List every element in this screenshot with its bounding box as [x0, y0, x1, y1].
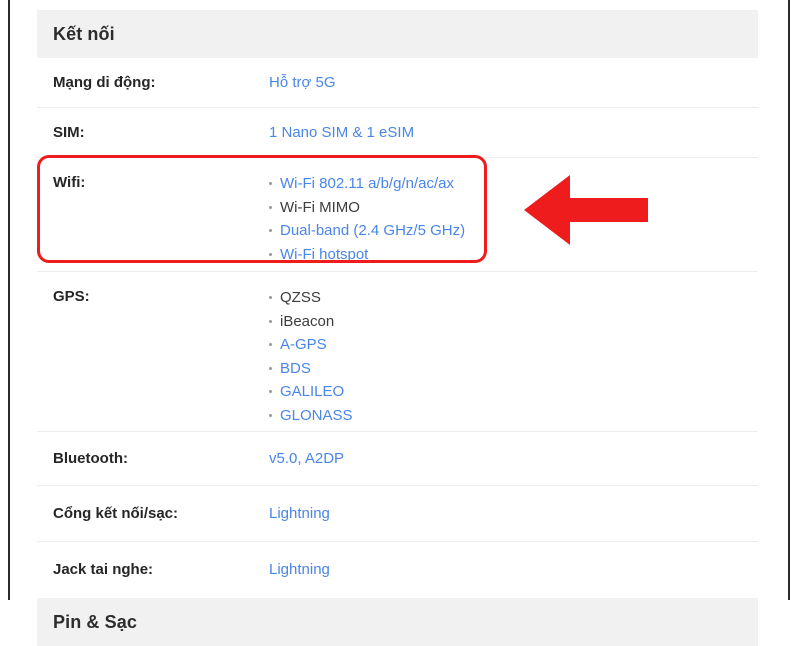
gps-item-bds[interactable]: BDS: [269, 357, 758, 381]
specification-panel: Kết nối Mạng di động: Hỗ trợ 5G SIM: 1 N…: [37, 0, 758, 646]
row-label-charging-port: Cổng kết nối/sạc:: [53, 505, 179, 522]
gps-item-glonass[interactable]: GLONASS: [269, 404, 758, 428]
link-bluetooth[interactable]: v5.0, A2DP: [269, 450, 344, 467]
connectivity-spec-table: Mạng di động: Hỗ trợ 5G SIM: 1 Nano SIM …: [37, 58, 758, 598]
wifi-item-dual-band[interactable]: Dual-band (2.4 GHz/5 GHz): [269, 219, 758, 243]
section-header-connectivity: Kết nối: [37, 10, 758, 58]
wifi-item-mimo: Wi-Fi MIMO: [269, 196, 758, 220]
link-charging-port[interactable]: Lightning: [269, 505, 330, 522]
wifi-item-hotspot[interactable]: Wi-Fi hotspot: [269, 243, 758, 267]
table-row-gps: GPS: QZSS iBeacon A-GPS BDS GALILEO GLON…: [37, 272, 758, 432]
row-value-sim: 1 Nano SIM & 1 eSIM: [269, 122, 758, 144]
link-sim[interactable]: 1 Nano SIM & 1 eSIM: [269, 124, 414, 141]
table-row-mobile-network: Mạng di động: Hỗ trợ 5G: [37, 58, 758, 108]
row-value-wifi: Wi-Fi 802.11 a/b/g/n/ac/ax Wi-Fi MIMO Du…: [269, 172, 758, 266]
row-label-headphone-jack: Jack tai nghe:: [53, 561, 154, 578]
row-label-sim: SIM:: [53, 124, 85, 141]
gps-item-ibeacon: iBeacon: [269, 310, 758, 334]
wifi-feature-list: Wi-Fi 802.11 a/b/g/n/ac/ax Wi-Fi MIMO Du…: [269, 172, 758, 266]
gps-feature-list: QZSS iBeacon A-GPS BDS GALILEO GLONASS: [269, 286, 758, 427]
gps-item-a-gps[interactable]: A-GPS: [269, 333, 758, 357]
section-header-battery: Pin & Sạc: [37, 598, 758, 646]
row-label-bluetooth: Bluetooth:: [53, 450, 128, 467]
gps-item-qzss: QZSS: [269, 286, 758, 310]
table-row-headphone-jack: Jack tai nghe: Lightning: [37, 542, 758, 598]
table-row-wifi: Wifi: Wi-Fi 802.11 a/b/g/n/ac/ax Wi-Fi M…: [37, 158, 758, 272]
wifi-item-standards[interactable]: Wi-Fi 802.11 a/b/g/n/ac/ax: [269, 172, 758, 196]
section-title-connectivity: Kết nối: [53, 23, 115, 44]
table-row-bluetooth: Bluetooth: v5.0, A2DP: [37, 432, 758, 486]
row-value-bluetooth: v5.0, A2DP: [269, 448, 758, 470]
row-value-headphone-jack: Lightning: [269, 559, 758, 581]
table-row-sim: SIM: 1 Nano SIM & 1 eSIM: [37, 108, 758, 158]
row-value-gps: QZSS iBeacon A-GPS BDS GALILEO GLONASS: [269, 286, 758, 427]
row-value-charging-port: Lightning: [269, 503, 758, 525]
row-label-wifi: Wifi:: [53, 174, 86, 191]
section-title-battery: Pin & Sạc: [53, 611, 137, 632]
gps-item-galileo[interactable]: GALILEO: [269, 380, 758, 404]
link-headphone-jack[interactable]: Lightning: [269, 561, 330, 578]
row-value-mobile-network: Hỗ trợ 5G: [269, 72, 758, 94]
row-label-mobile-network: Mạng di động:: [53, 74, 156, 91]
table-row-charging-port: Cổng kết nối/sạc: Lightning: [37, 486, 758, 542]
link-mobile-network[interactable]: Hỗ trợ 5G: [269, 74, 336, 91]
row-label-gps: GPS:: [53, 288, 90, 305]
